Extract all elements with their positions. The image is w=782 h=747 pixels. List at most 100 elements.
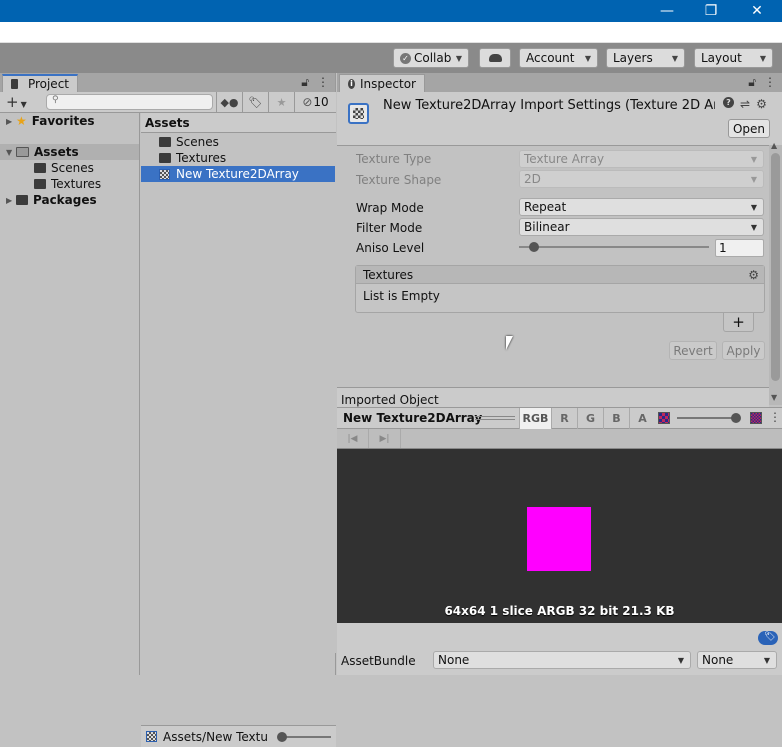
channel-button-b[interactable]: B (603, 408, 629, 429)
inspector-tabstrip: i Inspector 🔓︎ ⋮ (337, 73, 782, 92)
textures-list: Textures ⚙ List is Empty (355, 265, 765, 313)
tree-item-label: Assets (34, 145, 79, 159)
expand-arrow-icon[interactable]: ▶ (6, 117, 16, 126)
layers-dropdown[interactable]: Layers ▼ (606, 48, 685, 68)
mip-low-icon (658, 412, 670, 424)
expand-arrow-icon[interactable]: ▶ (6, 196, 16, 205)
restore-button[interactable]: ❐ (688, 0, 734, 22)
tree-item-packages[interactable]: ▶ Packages (0, 192, 139, 208)
filter-by-label-button[interactable]: 🏷︎ (242, 92, 268, 112)
list-item-label: New Texture2DArray (176, 167, 299, 181)
scroll-down-arrow-icon[interactable]: ▼ (771, 393, 777, 402)
gear-icon[interactable]: ⚙ (748, 268, 759, 282)
slider-handle[interactable] (529, 242, 539, 252)
add-texture-button[interactable]: + (723, 313, 754, 332)
tree-item-assets[interactable]: ▼ Assets (0, 144, 139, 160)
layout-dropdown[interactable]: Layout ▼ (694, 48, 773, 68)
chevron-down-icon: ▼ (750, 202, 757, 212)
help-icon[interactable]: ? (723, 97, 734, 108)
add-button[interactable]: + ▼ (6, 93, 27, 111)
label-tag-button[interactable]: 🏷︎ (758, 631, 778, 645)
channel-button-g[interactable]: G (577, 408, 603, 429)
texture-icon (159, 168, 170, 180)
drag-handle[interactable] (475, 416, 515, 420)
lock-icon[interactable]: 🔓︎ (748, 75, 756, 90)
texture-asset-icon (348, 103, 369, 124)
aniso-level-slider[interactable] (519, 240, 711, 254)
wrap-mode-dropdown[interactable]: Repeat ▼ (519, 198, 764, 216)
inspector-panel: i Inspector 🔓︎ ⋮ New Texture2DArray Impo… (337, 73, 782, 675)
wrap-mode-value: Repeat (524, 200, 567, 214)
tree-item-textures[interactable]: Textures (0, 176, 139, 192)
more-options-icon[interactable]: ⋮ (769, 410, 781, 424)
preview-title: New Texture2DArray (343, 411, 483, 425)
revert-button[interactable]: Revert (669, 341, 717, 360)
textures-list-header: Textures ⚙ (356, 266, 764, 284)
close-button[interactable]: ✕ (734, 0, 780, 22)
list-item[interactable]: Scenes (141, 134, 335, 150)
collab-label: Collab (414, 51, 452, 65)
hidden-packages-toggle[interactable]: ⊘ 10 (294, 92, 336, 112)
collab-button[interactable]: ✓ Collab ▼ (393, 48, 469, 68)
open-button[interactable]: Open (728, 119, 770, 138)
apply-button[interactable]: Apply (722, 341, 765, 360)
scroll-up-arrow-icon[interactable]: ▲ (771, 141, 777, 150)
filter-mode-dropdown[interactable]: Bilinear ▼ (519, 218, 764, 236)
channel-button-rgb[interactable]: RGB (519, 408, 551, 429)
wrap-mode-label: Wrap Mode (356, 201, 424, 215)
chevron-down-icon: ▼ (671, 53, 678, 63)
assetbundle-variant-dropdown[interactable]: None ▼ (697, 651, 777, 669)
presets-icon[interactable]: ⇌ (740, 97, 750, 111)
textures-list-title: Textures (363, 267, 414, 282)
icon-size-slider[interactable] (277, 731, 333, 742)
lock-icon[interactable]: 🔓︎ (301, 75, 309, 90)
tree-item-label: Textures (51, 177, 102, 191)
channel-button-a[interactable]: A (629, 408, 655, 429)
chevron-down-icon: ▼ (750, 222, 757, 232)
account-dropdown[interactable]: Account ▼ (519, 48, 598, 68)
project-toolbar: + ▼ ⚲ ◆● 🏷︎ ★ ⊘ 10 (0, 92, 336, 113)
texture-shape-label: Texture Shape (356, 173, 442, 187)
chevron-down-icon: ▼ (584, 53, 591, 63)
texture-type-dropdown: Texture Array ▼ (519, 150, 764, 168)
tree-item-favorites[interactable]: ▶ ★ Favorites (0, 113, 139, 129)
mip-high-icon (750, 412, 762, 424)
mip-level-slider[interactable] (677, 413, 741, 423)
skip-forward-icon: ▶| (379, 433, 390, 444)
minimize-button[interactable]: — (644, 0, 690, 22)
chevron-down-icon: ▼ (759, 53, 766, 63)
tab-inspector[interactable]: i Inspector (339, 74, 425, 92)
assetbundle-name-dropdown[interactable]: None ▼ (433, 651, 691, 669)
skip-back-icon: |◀ (347, 433, 358, 444)
more-options-icon[interactable]: ⋮ (764, 75, 776, 90)
collapse-arrow-icon[interactable]: ▼ (6, 148, 16, 157)
slider-handle[interactable] (277, 731, 287, 742)
filter-by-type-button[interactable]: ◆● (216, 92, 242, 112)
texture-preview: 64x64 1 slice ARGB 32 bit 21.3 KB (337, 449, 782, 623)
aniso-level-input[interactable]: 1 (715, 239, 764, 257)
folder-icon (159, 153, 171, 163)
project-footer: Assets/New Textu (141, 725, 336, 747)
tab-project[interactable]: Project (2, 74, 78, 92)
previous-slice-button[interactable]: |◀ (337, 429, 369, 448)
gear-icon[interactable]: ⚙ (756, 97, 767, 111)
cloud-icon (488, 54, 502, 62)
scrollbar-thumb[interactable] (771, 153, 780, 381)
inspector-title: New Texture2DArray Import Settings (Text… (383, 98, 715, 113)
channel-button-r[interactable]: R (551, 408, 577, 429)
next-slice-button[interactable]: ▶| (369, 429, 401, 448)
list-item[interactable]: Textures (141, 150, 335, 166)
cloud-button[interactable] (479, 48, 511, 68)
inspector-scrollbar[interactable]: ▲ ▼ (769, 141, 782, 405)
more-options-icon[interactable]: ⋮ (317, 75, 329, 90)
tag-icon: 🏷︎ (764, 632, 776, 642)
tag-icon: 🏷︎ (248, 95, 263, 109)
list-item-label: Scenes (176, 135, 219, 149)
tree-item-scenes[interactable]: Scenes (0, 160, 139, 176)
assetbundle-variant-value: None (702, 653, 734, 667)
favorite-button[interactable]: ★ (268, 92, 294, 112)
shapes-icon: ◆● (220, 95, 239, 109)
slider-handle[interactable] (731, 413, 741, 423)
list-item[interactable]: New Texture2DArray (141, 166, 335, 182)
search-input[interactable]: ⚲ (46, 94, 213, 110)
